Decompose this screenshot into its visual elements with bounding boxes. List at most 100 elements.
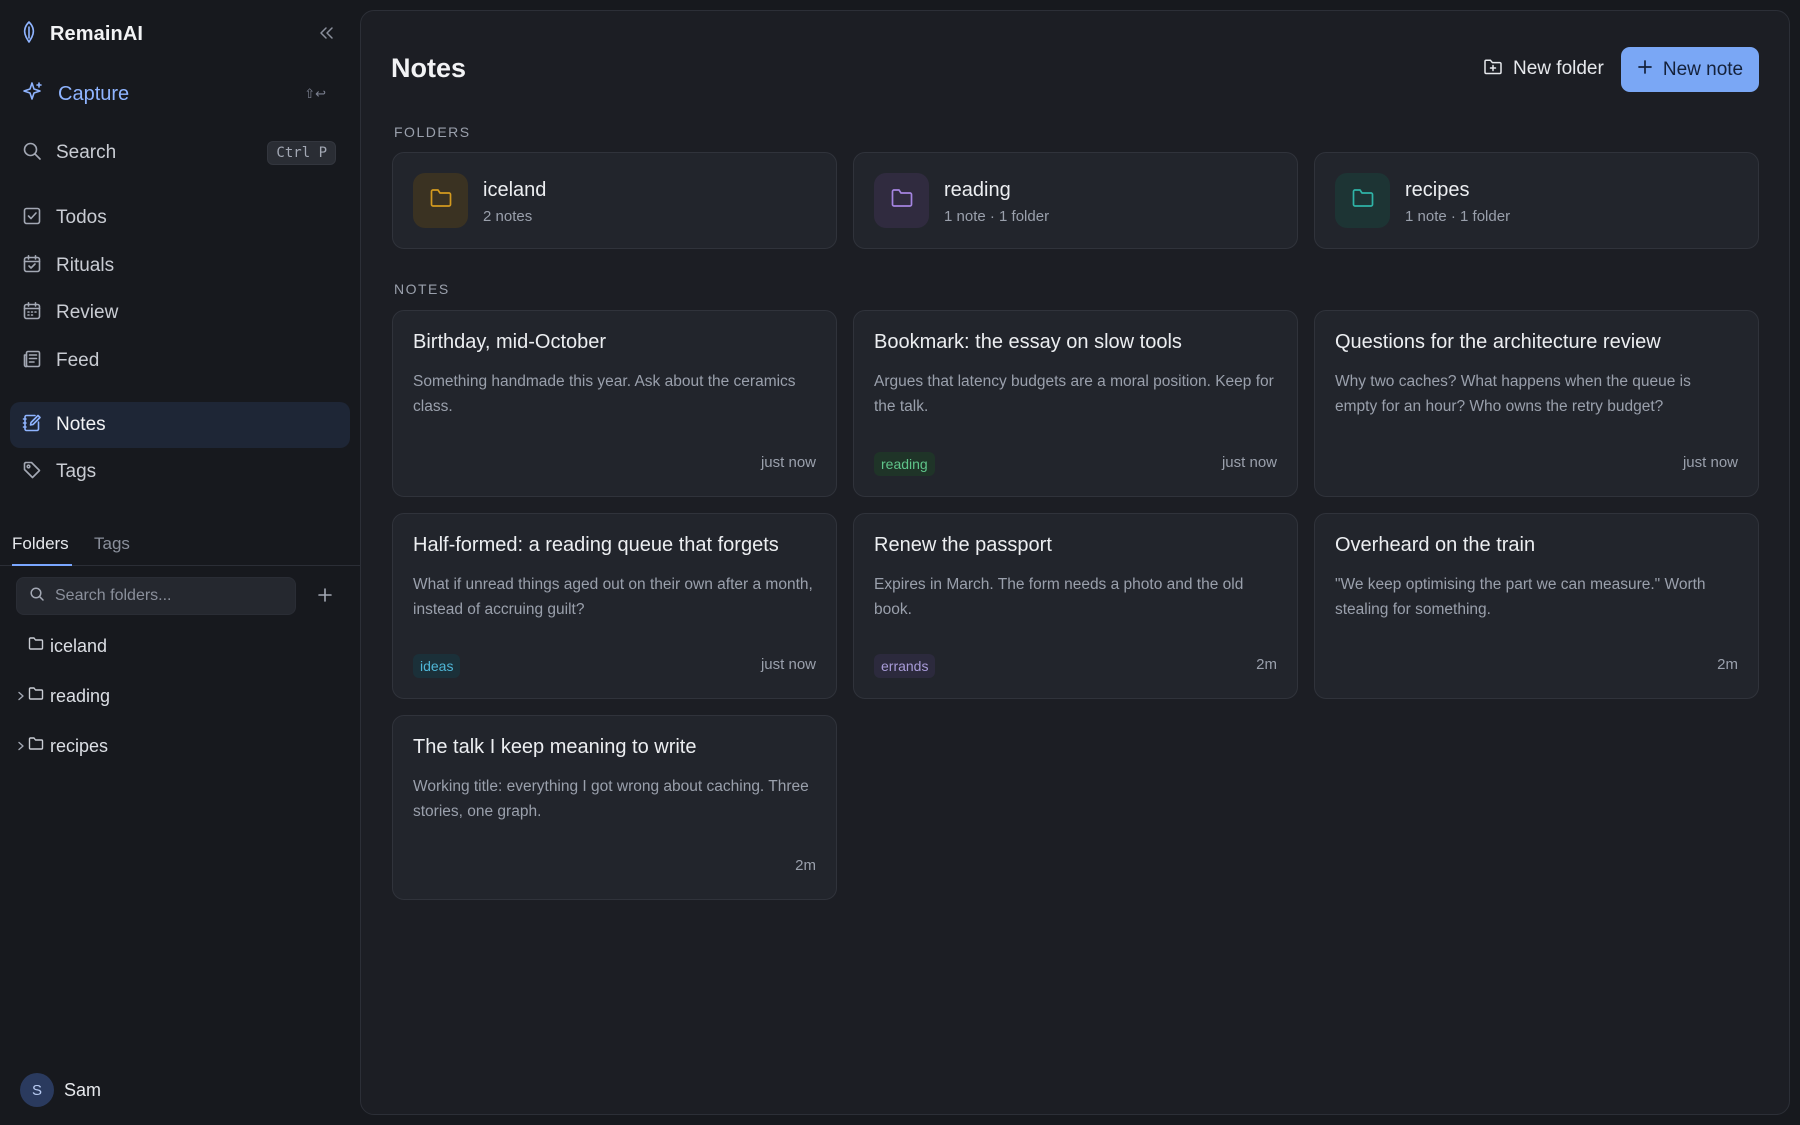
folder-tree-item-recipes[interactable]: recipes [14,731,108,761]
sidebar-item-rituals[interactable]: Rituals [10,243,350,289]
note-card[interactable]: Renew the passport Expires in March. The… [853,513,1298,699]
folders-heading: FOLDERS [394,124,471,140]
sidebar-item-label: Notes [56,414,106,435]
folder-icon [1351,187,1375,214]
folder-tree-label: recipes [50,735,109,756]
folder-meta: 2 notes [483,208,533,225]
folder-icon [890,187,914,214]
note-title: Overheard on the train [1335,534,1536,556]
note-title: The talk I keep meaning to write [413,736,697,758]
new-note-label: New note [1662,58,1744,80]
note-preview: Why two caches? What happens when the qu… [1335,373,1691,415]
tag-badge[interactable]: errands [874,654,936,678]
folder-card-recipes[interactable]: recipes 1 note · 1 folder [1314,152,1759,249]
brand: RemainAI [20,20,143,48]
folder-tree-label: reading [50,685,111,706]
new-folder-label: New folder [1513,58,1604,79]
folder-tree-label: iceland [50,635,108,656]
note-preview: Expires in March. The form needs a photo… [874,576,1244,618]
folder-tree-item-iceland[interactable]: iceland [14,631,107,661]
note-timestamp: just now [1682,454,1738,471]
sidebar-item-label: Feed [56,350,100,371]
logo-icon [20,20,38,49]
folder-card-reading[interactable]: reading 1 note · 1 folder [853,152,1298,249]
user-menu[interactable]: S Sam [20,1073,101,1107]
folder-name: reading [944,179,1011,201]
note-card[interactable]: Questions for the architecture review Wh… [1314,310,1759,497]
main-panel: Notes New folder New note FOLDERS icelan [360,10,1790,1115]
avatar: S [20,1073,54,1107]
plus-icon [1637,59,1653,80]
notes-heading: NOTES [394,281,450,297]
add-folder-button[interactable] [312,584,338,610]
note-timestamp: just now [1221,454,1277,471]
chevron-right-icon[interactable] [14,691,28,701]
sidebar-item-tags[interactable]: Tags [10,449,350,495]
sidebar-item-todos[interactable]: Todos [10,195,350,241]
tag-icon [22,460,42,485]
note-preview: Working title: everything I got wrong ab… [413,778,809,820]
sidebar-item-review[interactable]: Review [10,290,350,336]
page-title: Notes [391,53,467,83]
user-name: Sam [64,1079,102,1100]
chevrons-left-icon [318,26,334,45]
folder-icon-tile [413,173,468,228]
sidebar-tabs: Folders Tags [0,528,360,566]
capture-button[interactable]: Capture ⇧↩ [10,71,350,117]
tag-badge[interactable]: ideas [413,654,461,678]
folder-icon [28,686,44,706]
new-folder-button[interactable]: New folder [1473,47,1614,91]
folder-icon-tile [1335,173,1390,228]
folder-name: iceland [483,179,547,201]
note-timestamp: just now [760,656,816,673]
sidebar: RemainAI Capture ⇧↩ Search Ctrl P Todos … [0,0,360,1125]
note-preview: What if unread things aged out on their … [413,576,813,618]
folder-card-iceland[interactable]: iceland 2 notes [392,152,837,249]
note-card[interactable]: The talk I keep meaning to write Working… [392,715,837,900]
note-timestamp: just now [760,454,816,471]
sidebar-item-notes[interactable]: Notes [10,402,350,448]
folder-icon [28,636,44,656]
sidebar-item-feed[interactable]: Feed [10,338,350,384]
tag-badge[interactable]: reading [874,452,935,476]
search-icon [29,586,45,607]
sparkle-icon [22,81,44,108]
note-title: Birthday, mid-October [413,331,607,353]
search-shortcut: Ctrl P [267,141,336,165]
sidebar-item-label: Todos [56,207,107,228]
capture-label: Capture [58,82,130,105]
newspaper-icon [22,349,42,374]
active-tab-indicator [12,564,72,566]
note-preview: Argues that latency budgets are a moral … [874,373,1274,415]
note-timestamp: 2m [1717,656,1738,673]
search-icon [22,141,42,166]
folder-icon-tile [874,173,929,228]
note-card[interactable]: Half-formed: a reading queue that forget… [392,513,837,699]
note-card[interactable]: Overheard on the train "We keep optimisi… [1314,513,1759,699]
search-button[interactable]: Search Ctrl P [10,130,350,176]
tab-tags[interactable]: Tags [94,534,130,554]
folder-search-input[interactable] [55,587,275,605]
plus-icon [317,587,333,608]
collapse-sidebar-button[interactable] [312,22,340,48]
capture-shortcut: ⇧↩ [304,86,326,102]
note-card[interactable]: Birthday, mid-October Something handmade… [392,310,837,497]
note-title: Renew the passport [874,534,1052,556]
sidebar-item-label: Rituals [56,255,115,276]
sidebar-item-label: Tags [56,461,97,482]
new-note-button[interactable]: New note [1621,47,1759,92]
app-name: RemainAI [50,22,144,45]
calendar-icon [22,301,42,326]
folder-name: recipes [1405,179,1470,201]
chevron-right-icon[interactable] [14,741,28,751]
checkbox-icon [22,206,42,231]
note-title: Half-formed: a reading queue that forget… [413,534,779,556]
folder-search-box[interactable] [16,577,296,615]
folder-tree-item-reading[interactable]: reading [14,681,110,711]
tab-folders[interactable]: Folders [12,534,69,554]
notebook-pen-icon [22,413,42,438]
folder-icon [429,187,453,214]
search-label: Search [56,142,117,163]
note-card[interactable]: Bookmark: the essay on slow tools Argues… [853,310,1298,497]
calendar-check-icon [22,254,42,279]
